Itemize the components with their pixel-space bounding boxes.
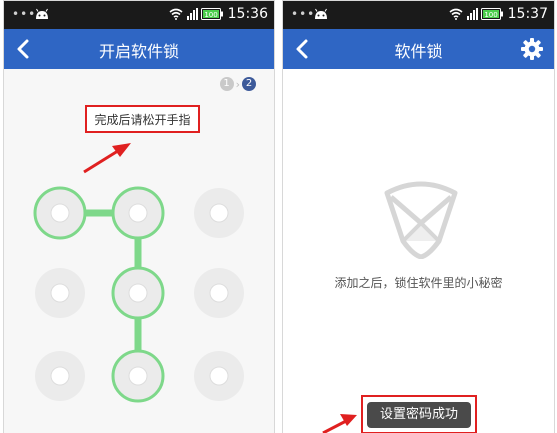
gear-icon[interactable] (520, 37, 544, 61)
shield-icon (384, 181, 458, 259)
page-title: 开启软件锁 (98, 42, 179, 61)
notification-dots-icon: ••• (291, 7, 316, 21)
signal-icon (186, 8, 198, 20)
left-screen: ••• 100 15:36 开启软件锁 1 › 2 完成后请松开手指 (3, 0, 275, 433)
title-bar: 开启软件锁 (4, 29, 274, 69)
battery-level: 100 (204, 11, 217, 19)
status-bar: ••• 100 (283, 1, 554, 29)
battery-level: 100 (484, 11, 497, 19)
wifi-icon (169, 8, 183, 20)
page-title: 软件锁 (394, 42, 443, 61)
wifi-icon (449, 8, 463, 20)
software-lock-area: 添加之后，锁住软件里的小秘密 设置密码成功 (283, 69, 554, 433)
status-time: 15:37 (507, 6, 548, 22)
pattern-node-5[interactable] (111, 266, 165, 320)
pattern-node-7[interactable] (35, 351, 85, 401)
success-toast: 设置密码成功 (367, 402, 471, 428)
battery-icon: 100 (480, 8, 503, 20)
pattern-setup-area: 1 › 2 完成后请松开手指 (4, 69, 274, 433)
pattern-node-3[interactable] (194, 188, 244, 238)
right-screen: ••• 100 15:37 软件锁 添加之后，锁住软件里的小秘密 设置密码成功 (282, 0, 555, 433)
status-bar: ••• 100 (4, 1, 274, 29)
battery-icon: 100 (200, 8, 223, 20)
pattern-node-1[interactable] (33, 186, 87, 240)
pattern-node-4[interactable] (35, 268, 85, 318)
pattern-node-6[interactable] (194, 268, 244, 318)
signal-icon (466, 8, 478, 20)
status-time: 15:36 (227, 6, 268, 22)
pattern-node-2[interactable] (111, 186, 165, 240)
pattern-node-8[interactable] (111, 349, 165, 403)
android-icon (36, 8, 48, 19)
title-bar: 软件锁 (283, 29, 554, 69)
android-icon (315, 8, 327, 19)
pattern-node-9[interactable] (194, 351, 244, 401)
notification-dots-icon: ••• (12, 7, 37, 21)
pattern-lock-grid[interactable] (4, 69, 275, 433)
lock-description: 添加之后，锁住软件里的小秘密 (334, 276, 503, 290)
toast-highlight-box: 设置密码成功 (361, 395, 477, 433)
